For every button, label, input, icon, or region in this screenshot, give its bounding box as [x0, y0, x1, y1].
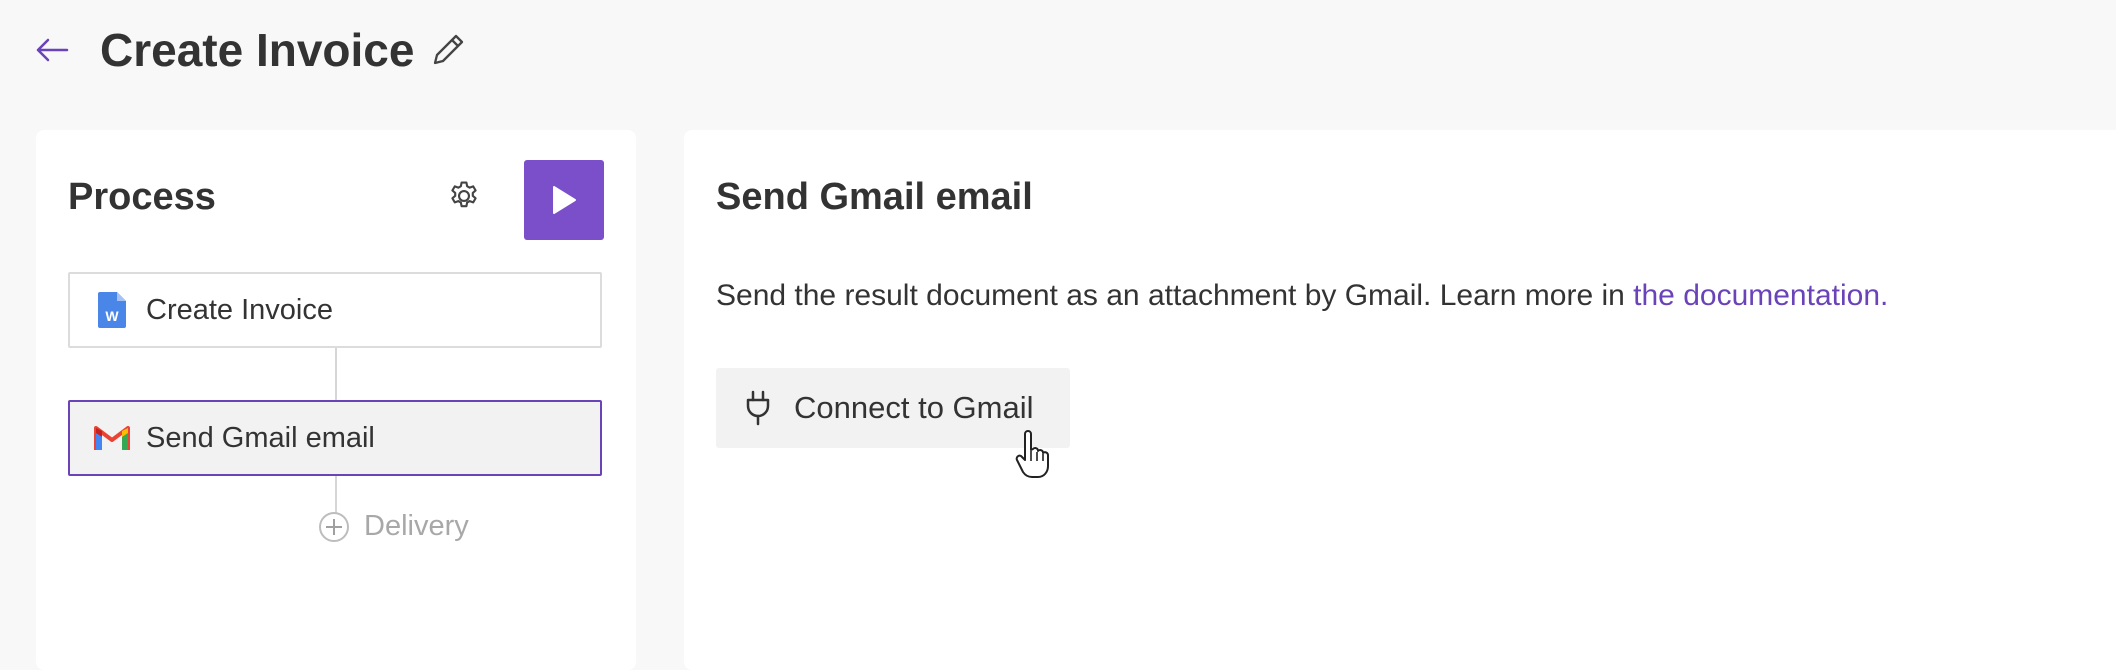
process-title: Process — [68, 176, 216, 218]
step-label: Create Invoice — [146, 293, 333, 326]
gmail-icon — [92, 418, 132, 458]
step-create-invoice[interactable]: W Create Invoice — [68, 272, 602, 348]
page-title: Create Invoice — [100, 24, 415, 76]
documentation-link[interactable]: the documentation. — [1633, 279, 1888, 312]
step-connector — [335, 348, 337, 400]
add-delivery-button[interactable]: Delivery — [318, 510, 469, 543]
process-panel: Process W Create Invoice Send Gmail emai… — [36, 130, 636, 670]
description-text: Send the result document as an attachmen… — [716, 279, 1634, 312]
play-icon — [553, 186, 576, 214]
step-send-gmail[interactable]: Send Gmail email — [68, 400, 602, 476]
hand-pointer-cursor-icon — [1015, 430, 1049, 478]
detail-description: Send the result document as an attachmen… — [716, 276, 1888, 316]
plus-circle-icon — [319, 511, 349, 542]
page-header: Create Invoice — [0, 0, 2116, 100]
add-delivery-label: Delivery — [364, 510, 469, 542]
svg-text:W: W — [105, 308, 119, 324]
gear-icon — [451, 181, 477, 208]
step-detail-panel: Send Gmail email Send the result documen… — [684, 130, 2116, 670]
edit-title-button[interactable] — [428, 28, 470, 70]
process-settings-button[interactable] — [442, 174, 486, 218]
connect-label: Connect to Gmail — [794, 390, 1034, 425]
pencil-icon — [433, 34, 464, 65]
detail-title: Send Gmail email — [716, 176, 1033, 218]
step-label: Send Gmail email — [146, 421, 375, 454]
plug-icon — [740, 388, 776, 428]
back-button[interactable] — [32, 28, 72, 72]
google-docs-icon: W — [92, 290, 132, 330]
arrow-left-icon — [36, 38, 69, 62]
run-process-button[interactable] — [524, 160, 604, 240]
